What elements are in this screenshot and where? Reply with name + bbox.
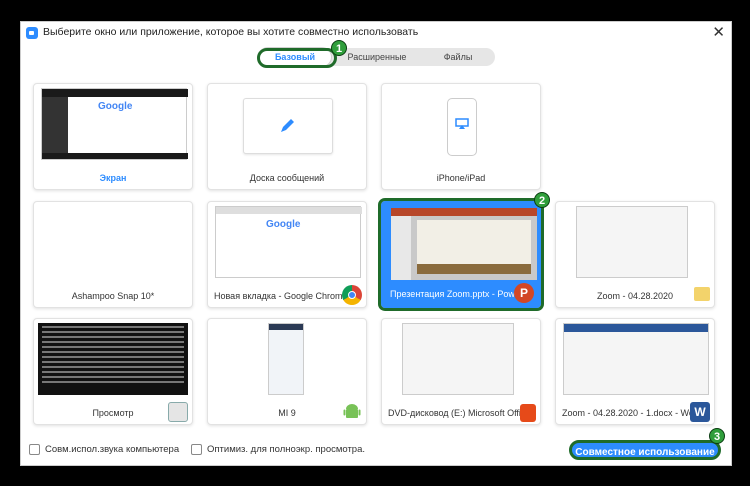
powerpoint-thumbnail [391, 208, 537, 280]
whiteboard-thumbnail [215, 88, 361, 160]
viewer-icon [168, 402, 188, 422]
window-title: Выберите окно или приложение, которое вы… [43, 26, 419, 38]
step-badge-3: 3 [709, 428, 725, 444]
tab-bar: Базовый Расширенные Файлы [257, 48, 495, 66]
tile-chrome[interactable]: Google Новая вкладка - Google Chrome [207, 201, 367, 308]
tile-word[interactable]: Zoom - 04.28.2020 - 1.docx - Word W [555, 318, 715, 425]
explorer-thumbnail [402, 323, 514, 395]
tile-powerpoint[interactable]: Презентация Zoom.pptx - Power... P [378, 198, 544, 311]
office-icon [520, 404, 536, 422]
phone-thumbnail [268, 323, 304, 395]
tab-basic[interactable]: Базовый [259, 48, 331, 66]
tile-label: Zoom - 04.28.2020 [596, 291, 674, 301]
word-icon: W [690, 402, 710, 422]
console-thumbnail [38, 323, 188, 395]
share-audio-label: Совм.испол.звука компьютера [45, 444, 180, 455]
tile-label: DVD-дисковод (E:) Microsoft Offi... [388, 408, 529, 418]
airplay-icon [455, 118, 469, 129]
chrome-thumbnail: Google [215, 206, 362, 278]
tile-label: Ashampoo Snap 10* [71, 291, 155, 301]
tile-label: Экран [99, 173, 127, 183]
tile-label: Доска сообщений [249, 173, 325, 183]
folder-icon [694, 287, 710, 301]
tile-mi9[interactable]: MI 9 [207, 318, 367, 425]
step-badge-1: 1 [331, 40, 347, 56]
pencil-icon [281, 119, 294, 132]
tile-iphone-ipad[interactable]: iPhone/iPad [381, 83, 541, 190]
tile-screen[interactable]: Google Экран [33, 83, 193, 190]
title-bar: Выберите окно или приложение, которое вы… [21, 22, 731, 44]
optimize-checkbox[interactable] [191, 444, 202, 455]
powerpoint-icon: P [514, 283, 534, 303]
tile-whiteboard[interactable]: Доска сообщений [207, 83, 367, 190]
share-screen-window: Выберите окно или приложение, которое вы… [20, 21, 732, 466]
tile-ashampoo[interactable]: Ashampoo Snap 10* [33, 201, 193, 308]
tab-files[interactable]: Файлы [423, 48, 493, 66]
tile-label: iPhone/iPad [436, 173, 486, 183]
share-button[interactable]: Совместное использование [569, 440, 721, 460]
iphone-thumbnail [389, 88, 535, 160]
zoom-logo-icon [26, 27, 38, 39]
tile-dvd-drive[interactable]: DVD-дисковод (E:) Microsoft Offi... [381, 318, 541, 425]
tile-zoom-folder[interactable]: Zoom - 04.28.2020 [555, 201, 715, 308]
word-thumbnail [563, 323, 709, 395]
tile-viewer[interactable]: Просмотр [33, 318, 193, 425]
chrome-icon [342, 285, 362, 305]
android-icon [343, 404, 361, 418]
screen-thumbnail: Google [41, 88, 188, 160]
close-icon[interactable]: ✕ [712, 23, 725, 41]
step-badge-2: 2 [534, 192, 550, 208]
share-audio-checkbox[interactable] [29, 444, 40, 455]
tab-advanced[interactable]: Расширенные [337, 48, 417, 66]
optimize-label: Оптимиз. для полноэкр. просмотра. [207, 444, 366, 455]
explorer-thumbnail [576, 206, 688, 278]
